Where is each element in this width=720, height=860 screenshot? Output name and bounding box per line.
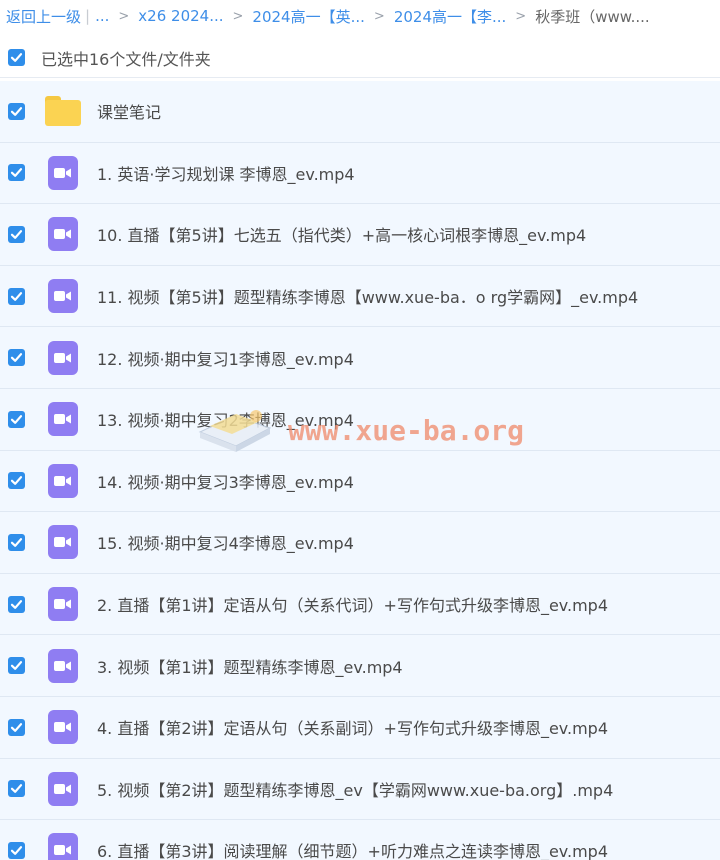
selection-bar: 已选中16个文件/文件夹 bbox=[0, 38, 720, 78]
list-item-file[interactable]: 15. 视频·期中复习4李博恩_ev.mp4 bbox=[0, 512, 720, 574]
breadcrumb: 返回上一级 | ... > x26 2024... > 2024高一【英... … bbox=[0, 0, 720, 32]
file-name[interactable]: 2. 直播【第1讲】定语从句（关系代词）+写作句式升级李博恩_ev.mp4 bbox=[97, 592, 608, 616]
row-checkbox[interactable] bbox=[8, 718, 25, 736]
file-name[interactable]: 13. 视频·期中复习2李博恩_ev.mp4 bbox=[97, 407, 354, 431]
file-name[interactable]: 11. 视频【第5讲】题型精练李博恩【www.xue-ba．o rg学霸网】_e… bbox=[97, 284, 638, 308]
list-item-file[interactable]: 5. 视频【第2讲】题型精练李博恩_ev【学霸网www.xue-ba.org】.… bbox=[0, 758, 720, 821]
video-camera-icon bbox=[48, 587, 78, 622]
row-checkbox[interactable] bbox=[8, 164, 25, 182]
breadcrumb-crumb[interactable]: 2024高一【英... bbox=[252, 6, 364, 27]
checkmark-icon bbox=[10, 230, 23, 239]
file-name[interactable]: 14. 视频·期中复习3李博恩_ev.mp4 bbox=[97, 469, 354, 493]
video-camera-icon bbox=[48, 833, 78, 860]
file-name[interactable]: 3. 视频【第1讲】题型精练李博恩_ev.mp4 bbox=[97, 654, 403, 678]
checkmark-icon bbox=[10, 106, 23, 116]
row-checkbox[interactable] bbox=[8, 533, 25, 551]
breadcrumb-current: 秋季班（www.... bbox=[535, 7, 650, 26]
selection-summary: 已选中16个文件/文件夹 bbox=[41, 49, 211, 69]
checkmark-icon bbox=[10, 53, 23, 62]
row-checkbox[interactable] bbox=[8, 410, 25, 428]
chevron-right-icon: > bbox=[515, 8, 527, 24]
file-name[interactable]: 10. 直播【第5讲】七选五（指代类）+高一核心词根李博恩_ev.mp4 bbox=[97, 222, 586, 246]
checkmark-icon bbox=[10, 291, 23, 301]
checkmark-icon bbox=[10, 846, 23, 855]
file-name[interactable]: 5. 视频【第2讲】题型精练李博恩_ev【学霸网www.xue-ba.org】.… bbox=[97, 777, 613, 801]
file-name[interactable]: 15. 视频·期中复习4李博恩_ev.mp4 bbox=[97, 530, 354, 554]
file-name[interactable]: 4. 直播【第2讲】定语从句（关系副词）+写作句式升级李博恩_ev.mp4 bbox=[97, 715, 608, 739]
video-camera-icon bbox=[48, 648, 78, 683]
row-checkbox[interactable] bbox=[8, 780, 25, 798]
video-camera-icon bbox=[48, 217, 78, 252]
list-item-file[interactable]: 4. 直播【第2讲】定语从句（关系副词）+写作句式升级李博恩_ev.mp4 bbox=[0, 696, 720, 759]
video-camera-icon bbox=[48, 279, 78, 314]
list-item-file[interactable]: 2. 直播【第1讲】定语从句（关系代词）+写作句式升级李博恩_ev.mp4 bbox=[0, 573, 720, 636]
breadcrumb-crumb[interactable]: 2024高一【李... bbox=[394, 6, 506, 27]
row-checkbox[interactable] bbox=[8, 472, 25, 490]
row-checkbox[interactable] bbox=[8, 225, 25, 243]
breadcrumb-divider: | bbox=[85, 7, 91, 25]
video-camera-icon bbox=[48, 771, 78, 806]
list-item-file[interactable]: 13. 视频·期中复习2李博恩_ev.mp4 bbox=[0, 388, 720, 451]
row-checkbox[interactable] bbox=[8, 841, 25, 859]
checkmark-icon bbox=[10, 414, 23, 424]
list-item-file[interactable]: 12. 视频·期中复习1李博恩_ev.mp4 bbox=[0, 327, 720, 389]
checkmark-icon bbox=[10, 353, 23, 363]
row-checkbox[interactable] bbox=[8, 657, 25, 675]
breadcrumb-crumb[interactable]: x26 2024... bbox=[138, 7, 223, 25]
list-item-file[interactable]: 10. 直播【第5讲】七选五（指代类）+高一核心词根李博恩_ev.mp4 bbox=[0, 204, 720, 266]
file-name[interactable]: 课堂笔记 bbox=[97, 99, 161, 123]
list-item-file[interactable]: 11. 视频【第5讲】题型精练李博恩【www.xue-ba．o rg学霸网】_e… bbox=[0, 265, 720, 328]
checkmark-icon bbox=[10, 661, 23, 671]
select-all-checkbox[interactable] bbox=[8, 49, 25, 66]
chevron-right-icon: > bbox=[118, 8, 130, 24]
video-camera-icon bbox=[48, 463, 78, 498]
checkmark-icon bbox=[10, 599, 23, 609]
checkmark-icon bbox=[10, 538, 23, 547]
video-camera-icon bbox=[48, 155, 78, 190]
row-checkbox[interactable] bbox=[8, 349, 25, 367]
row-checkbox[interactable] bbox=[8, 595, 25, 613]
chevron-right-icon: > bbox=[232, 8, 244, 24]
file-name[interactable]: 6. 直播【第3讲】阅读理解（细节题）+听力难点之连读李博恩_ev.mp4 bbox=[97, 838, 608, 860]
back-link[interactable]: 返回上一级 bbox=[6, 6, 81, 27]
video-camera-icon bbox=[48, 525, 78, 560]
checkmark-icon bbox=[10, 722, 23, 732]
list-item-folder[interactable]: 课堂笔记 bbox=[0, 81, 720, 143]
folder-icon bbox=[45, 96, 81, 127]
list-item-file[interactable]: 3. 视频【第1讲】题型精练李博恩_ev.mp4 bbox=[0, 635, 720, 697]
list-item-file[interactable]: 6. 直播【第3讲】阅读理解（细节题）+听力难点之连读李博恩_ev.mp4 bbox=[0, 820, 720, 860]
video-camera-icon bbox=[48, 402, 78, 437]
chevron-right-icon: > bbox=[373, 8, 385, 24]
video-camera-icon bbox=[48, 710, 78, 745]
file-list: 课堂笔记 1. 英语·学习规划课 李博恩_ev.mp4 10. 直播【第5讲】七… bbox=[0, 81, 720, 860]
video-camera-icon bbox=[48, 340, 78, 375]
row-checkbox[interactable] bbox=[8, 102, 25, 120]
checkmark-icon bbox=[10, 168, 23, 178]
row-checkbox[interactable] bbox=[8, 287, 25, 305]
file-name[interactable]: 1. 英语·学习规划课 李博恩_ev.mp4 bbox=[97, 161, 355, 185]
checkmark-icon bbox=[10, 476, 23, 486]
list-item-file[interactable]: 1. 英语·学习规划课 李博恩_ev.mp4 bbox=[0, 142, 720, 205]
list-item-file[interactable]: 14. 视频·期中复习3李博恩_ev.mp4 bbox=[0, 450, 720, 513]
file-name[interactable]: 12. 视频·期中复习1李博恩_ev.mp4 bbox=[97, 346, 354, 370]
breadcrumb-ellipsis[interactable]: ... bbox=[95, 7, 109, 25]
checkmark-icon bbox=[10, 784, 23, 794]
